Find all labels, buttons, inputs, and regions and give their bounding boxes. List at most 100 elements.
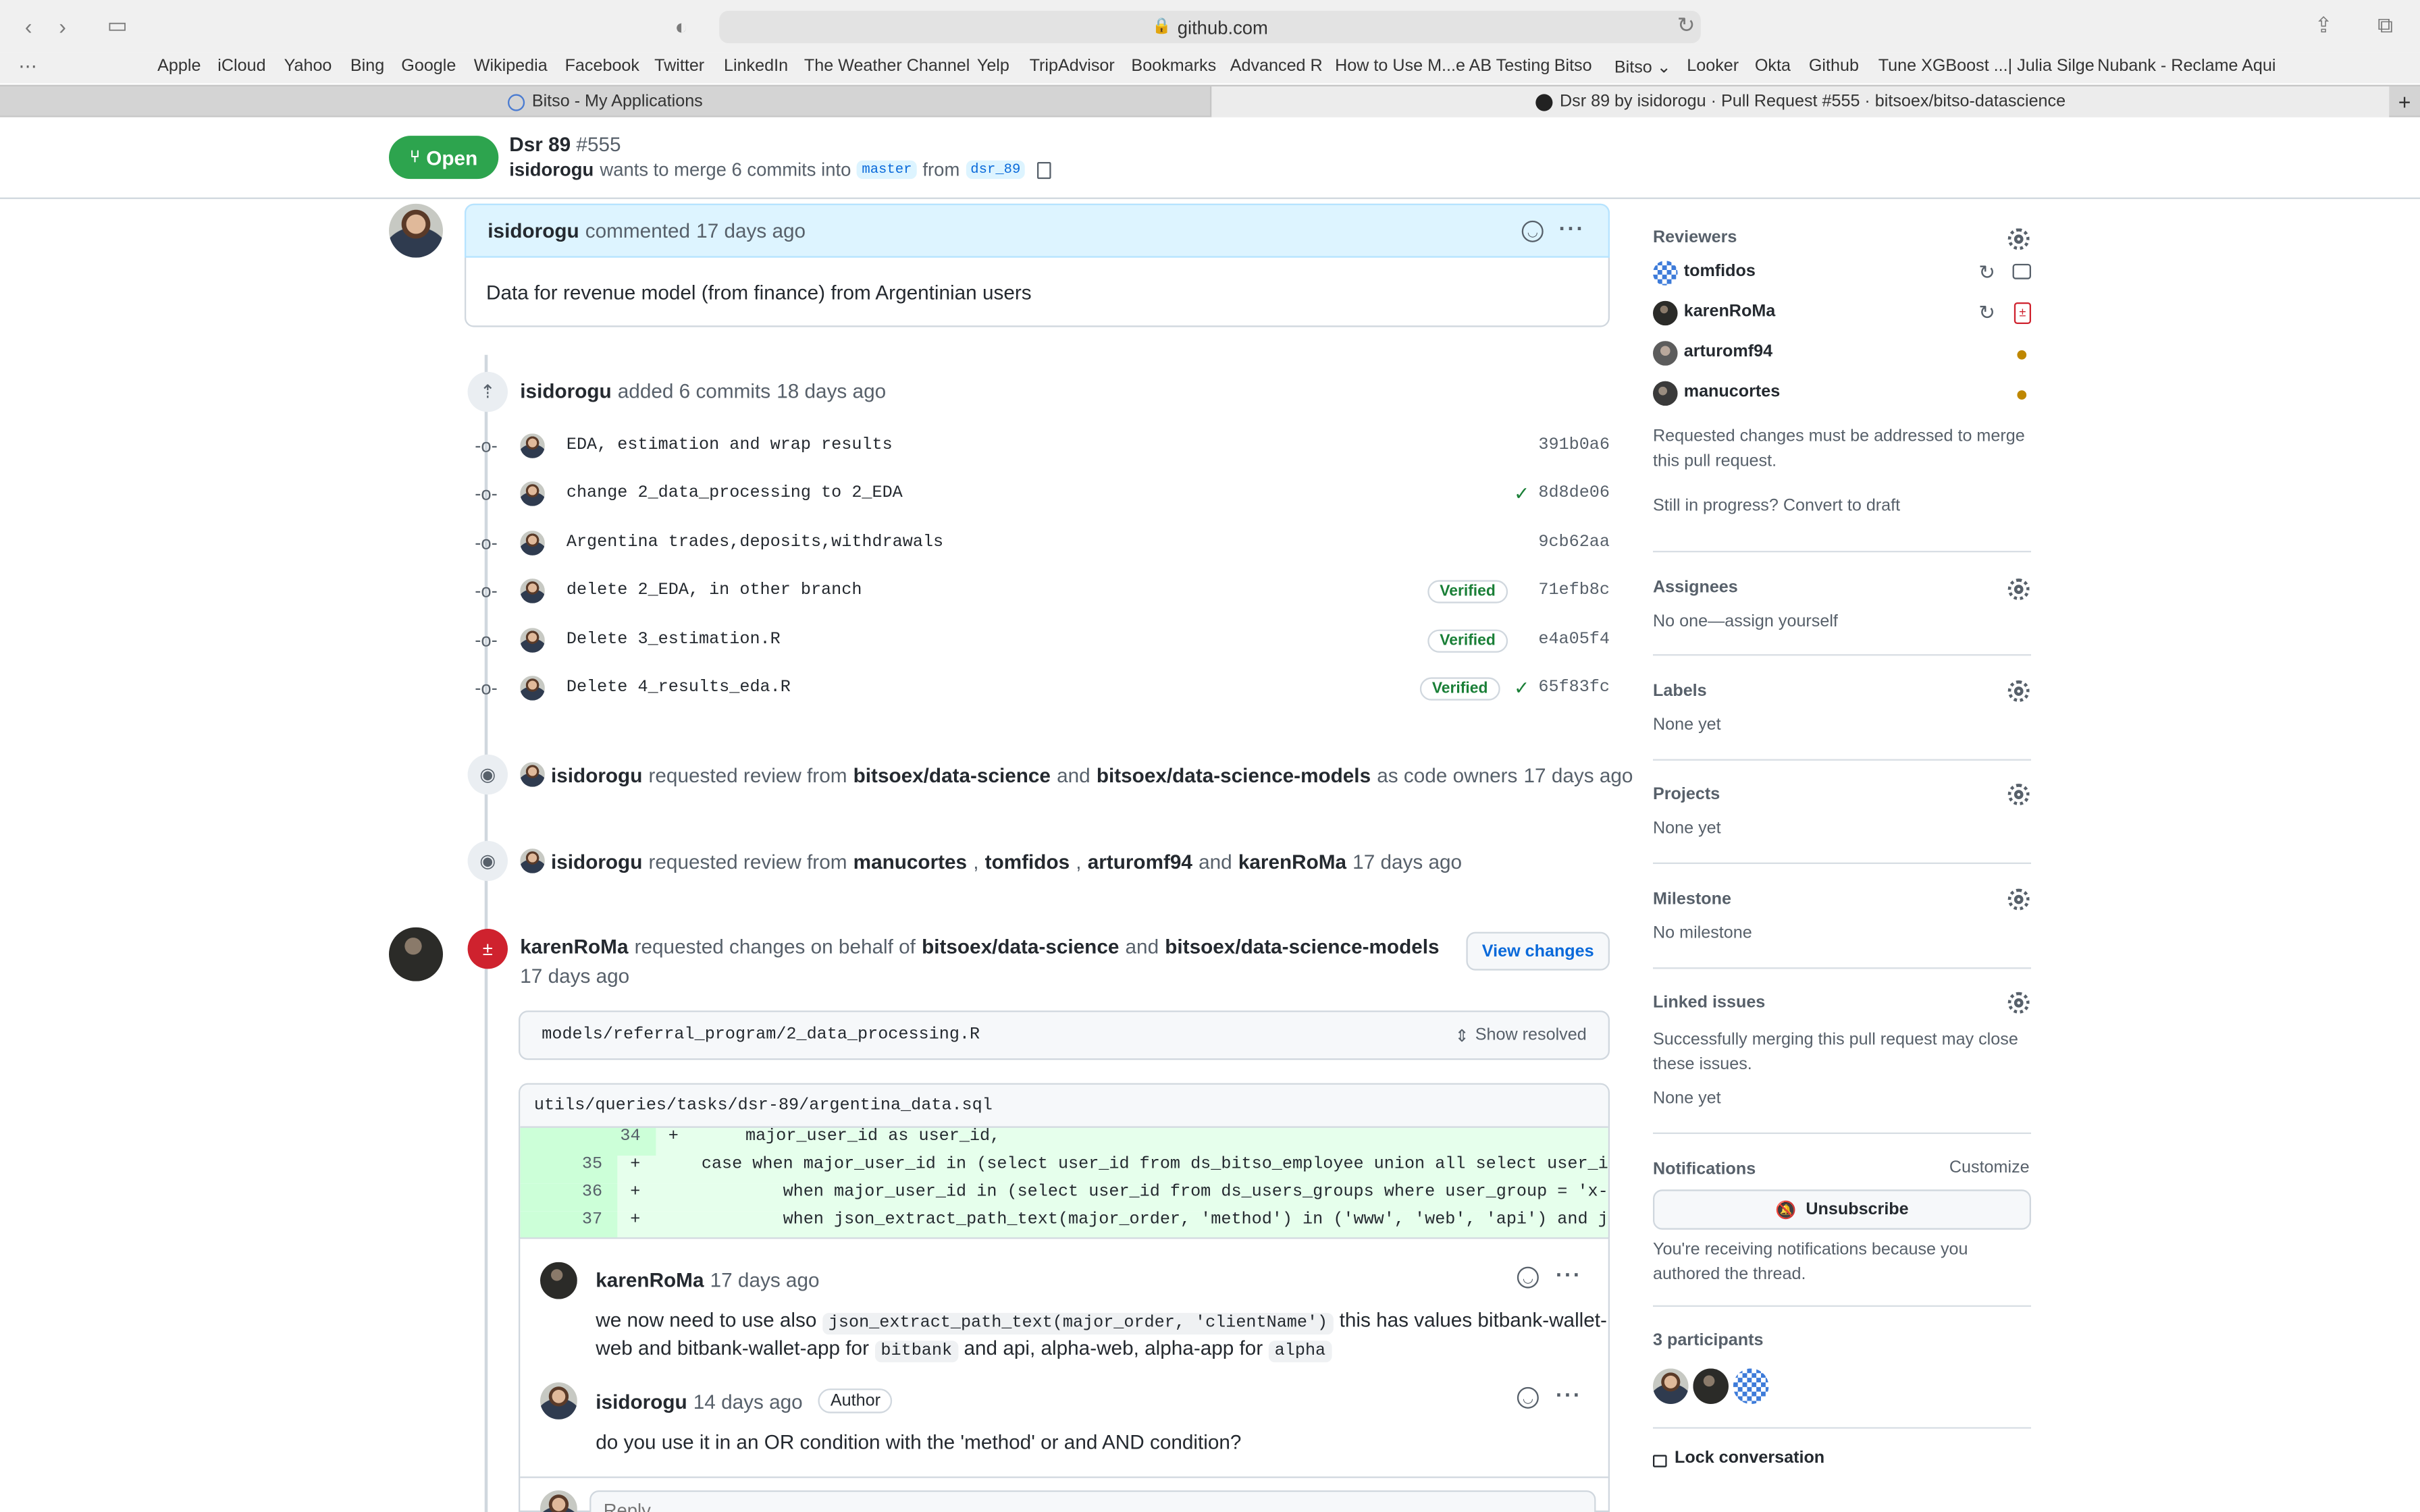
fav-looker[interactable]: Looker: [1687, 57, 1739, 76]
privacy-shield-icon[interactable]: ◐: [666, 11, 695, 40]
fav-bitso[interactable]: Bitso: [1554, 57, 1592, 76]
requested-changes-time[interactable]: 17 days ago: [520, 965, 629, 988]
address-bar[interactable]: 🔒 github.com: [719, 11, 1701, 43]
convert-to-draft-link[interactable]: Still in progress? Convert to draft: [1653, 497, 1900, 515]
reply-input[interactable]: [589, 1490, 1596, 1512]
gear-icon[interactable]: [2007, 888, 2030, 911]
fav-yahoo[interactable]: Yahoo: [284, 57, 332, 76]
diff-file-path[interactable]: utils/queries/tasks/dsr-89/argentina_dat…: [534, 1096, 993, 1114]
labels-heading[interactable]: Labels: [1653, 682, 1707, 700]
gear-icon[interactable]: [2007, 680, 2030, 702]
re-request-review-icon[interactable]: ↻: [1978, 301, 1995, 326]
avatar-manucortes[interactable]: [1653, 381, 1678, 406]
comment-author[interactable]: isidorogu: [488, 219, 579, 242]
view-changes-button[interactable]: View changes: [1466, 932, 1610, 971]
participant-avatar[interactable]: [1733, 1368, 1769, 1404]
assignees-heading[interactable]: Assignees: [1653, 578, 1738, 597]
fav-github[interactable]: Github: [1809, 57, 1859, 76]
changes-requested-icon[interactable]: ±: [2014, 302, 2032, 325]
fav-okta[interactable]: Okta: [1755, 57, 1791, 76]
commit-sha[interactable]: 65f83fc: [1538, 679, 1610, 697]
add-reaction-icon[interactable]: ◡: [1521, 220, 1544, 242]
comment-options-icon[interactable]: ···: [1556, 1262, 1582, 1287]
reload-icon[interactable]: ↻: [1671, 11, 1700, 40]
pr-author-link[interactable]: isidorogu: [509, 159, 594, 180]
commit-sha[interactable]: 8d8de06: [1538, 485, 1610, 503]
avatar[interactable]: [520, 848, 545, 873]
avatar-arturomf94[interactable]: [1653, 341, 1678, 366]
fav-advanced-r[interactable]: Advanced R: [1230, 57, 1323, 76]
reviewer-name[interactable]: karenRoMa: [1684, 302, 1776, 321]
avatar-karenroma[interactable]: [540, 1262, 577, 1299]
linked-issues-heading[interactable]: Linked issues: [1653, 994, 1765, 1012]
fav-bing[interactable]: Bing: [350, 57, 384, 76]
fav-linkedin[interactable]: LinkedIn: [724, 57, 788, 76]
check-icon[interactable]: ✓: [1514, 677, 1529, 699]
fav-tripadvisor[interactable]: TripAdvisor: [1030, 57, 1115, 76]
commit-sha[interactable]: 71efb8c: [1538, 582, 1610, 600]
fav-apple[interactable]: Apple: [157, 57, 201, 76]
reviewer-name[interactable]: tomfidos: [1684, 263, 1756, 281]
customize-link[interactable]: Customize: [1949, 1159, 2030, 1177]
apps-grid-icon[interactable]: ⋯: [18, 55, 36, 77]
commit-row[interactable]: -o- Delete 3_estimation.R Verified e4a05…: [472, 625, 1610, 656]
new-tab-icon[interactable]: +: [2389, 86, 2420, 117]
projects-heading[interactable]: Projects: [1653, 785, 1720, 803]
fav-bitso-folder[interactable]: Bitso ⌄: [1614, 57, 1671, 77]
comment-time[interactable]: 17 days ago: [696, 219, 806, 242]
gear-icon[interactable]: [2007, 784, 2030, 806]
participant-avatar[interactable]: [1653, 1368, 1689, 1404]
comment-icon[interactable]: [2012, 263, 2032, 279]
comment-options-icon[interactable]: ···: [1559, 216, 1585, 241]
reviewers-heading[interactable]: Reviewers: [1653, 228, 1737, 246]
fav-ab-testing[interactable]: How to Use M...e AB Testing: [1335, 57, 1550, 76]
fav-icloud[interactable]: iCloud: [217, 57, 265, 76]
re-request-review-icon[interactable]: ↻: [1978, 261, 1995, 286]
review-file-path[interactable]: models/referral_program/2_data_processin…: [542, 1026, 980, 1044]
fav-google[interactable]: Google: [401, 57, 456, 76]
gear-icon[interactable]: [2007, 228, 2030, 250]
add-reaction-icon[interactable]: ◡: [1517, 1266, 1539, 1289]
fav-yelp[interactable]: Yelp: [977, 57, 1009, 76]
avatar[interactable]: [520, 762, 545, 787]
back-icon[interactable]: ‹: [14, 11, 43, 40]
participant-avatar[interactable]: [1693, 1368, 1729, 1404]
copy-branch-icon[interactable]: [1037, 161, 1052, 178]
commit-row[interactable]: -o- EDA, estimation and wrap results 391…: [472, 431, 1610, 462]
verified-badge[interactable]: Verified: [1427, 628, 1508, 652]
base-branch[interactable]: master: [857, 160, 917, 180]
commit-sha[interactable]: 391b0a6: [1538, 437, 1610, 455]
reviewer-name[interactable]: manucortes: [1684, 383, 1781, 401]
reviewer-name[interactable]: arturomf94: [1684, 342, 1772, 360]
forward-icon[interactable]: ›: [48, 11, 77, 40]
head-branch[interactable]: dsr_89: [966, 160, 1026, 180]
fav-weather[interactable]: The Weather Channel: [804, 57, 970, 76]
gear-icon[interactable]: [2007, 992, 2030, 1014]
gear-icon[interactable]: [2007, 578, 2030, 601]
fav-nubank[interactable]: Nubank - Reclame Aqui: [2097, 57, 2276, 76]
comment-options-icon[interactable]: ···: [1556, 1382, 1582, 1407]
check-icon[interactable]: ✓: [1514, 483, 1529, 504]
avatar-isidorogu[interactable]: [389, 203, 443, 258]
lock-conversation-link[interactable]: Lock conversation: [1653, 1449, 1824, 1467]
add-reaction-icon[interactable]: ◡: [1517, 1386, 1539, 1409]
tab-pull-request[interactable]: Dsr 89 by isidorogu · Pull Request #555 …: [1210, 86, 2390, 117]
fav-xgboost[interactable]: Tune XGBoost ...| Julia Silge: [1878, 57, 2095, 76]
tab-bitso-applications[interactable]: Bitso - My Applications: [0, 86, 1210, 117]
commit-row[interactable]: -o- change 2_data_processing to 2_EDA ✓ …: [472, 479, 1610, 510]
avatar-karenroma[interactable]: [389, 927, 443, 981]
fav-bookmarks[interactable]: Bookmarks: [1131, 57, 1216, 76]
milestone-heading[interactable]: Milestone: [1653, 890, 1731, 909]
share-icon[interactable]: ⇪: [2309, 11, 2338, 40]
sidebar-toggle-icon[interactable]: ▭: [102, 11, 133, 40]
commit-row[interactable]: -o- Argentina trades,deposits,withdrawal…: [472, 528, 1610, 559]
commit-sha[interactable]: 9cb62aa: [1538, 534, 1610, 552]
unsubscribe-button[interactable]: 🔕 Unsubscribe: [1653, 1189, 2032, 1230]
show-resolved-toggle[interactable]: ⇕ Show resolved: [1455, 1025, 1587, 1046]
avatar-karenroma[interactable]: [1653, 300, 1678, 326]
fav-twitter[interactable]: Twitter: [654, 57, 704, 76]
avatar-isidorogu[interactable]: [540, 1382, 577, 1420]
verified-badge[interactable]: Verified: [1427, 579, 1508, 603]
tab-overview-icon[interactable]: ⧉: [2371, 11, 2400, 40]
avatar-tomfidos[interactable]: [1653, 261, 1678, 286]
